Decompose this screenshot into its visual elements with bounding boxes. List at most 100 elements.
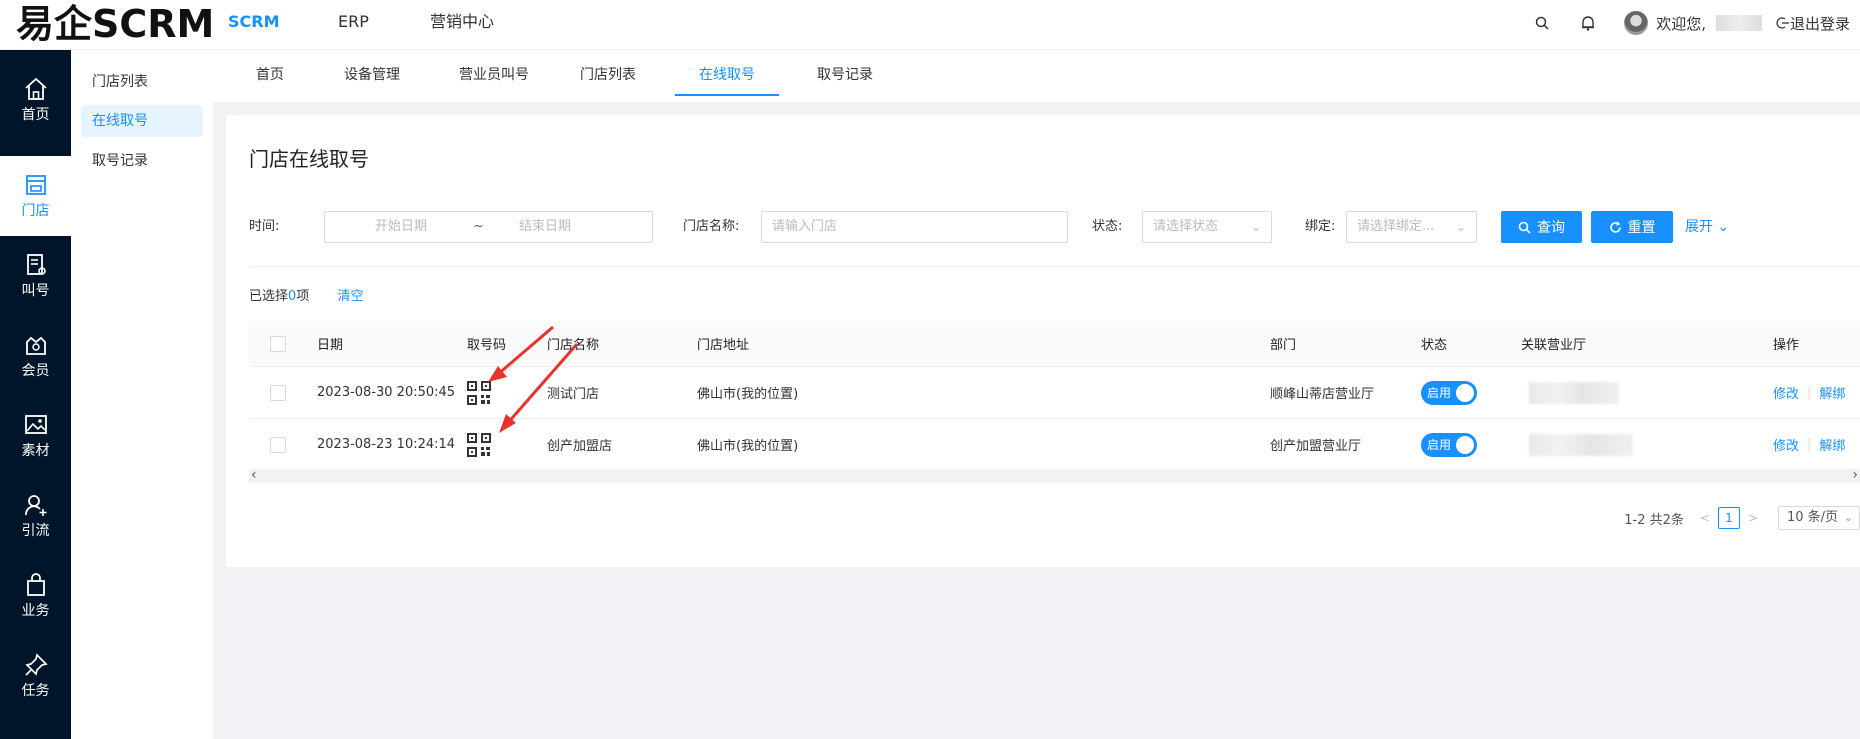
next-page-icon[interactable]: > [1748,511,1758,525]
user-add-icon [24,495,46,516]
qr-code-icon[interactable] [467,367,491,418]
row-checkbox[interactable] [270,436,286,453]
content-card: 门店在线取号 时间: 开始日期 ~ 结束日期 门店名称: 请输入门店 状态: 请… [226,115,1860,567]
chevron-down-icon: ⌄ [1717,219,1730,235]
page-tabs: 首页 设备管理 营业员叫号 门店列表 在线取号 取号记录 [213,50,1860,102]
tab-queue-records[interactable]: 取号记录 [810,50,880,96]
tab-online-queue[interactable]: 在线取号 [675,50,779,96]
image-icon [24,415,47,434]
column-header-date[interactable]: 日期 [317,321,343,366]
search-button[interactable]: 查询 [1501,211,1582,243]
row-date: 2023-08-30 20:50:45 [317,385,456,400]
qr-code-icon[interactable] [467,419,491,470]
bind-label: 绑定: [1305,219,1336,234]
row-store-name: 测试门店 [547,387,600,402]
call-number-icon [26,254,46,275]
top-nav: SCRM ERP 营销中心 [228,0,494,50]
submenu-item-store-list[interactable]: 门店列表 [81,66,203,98]
rail-item-task[interactable]: 任务 [0,636,71,716]
unbind-link[interactable]: 解绑 [1819,383,1845,402]
rail-item-business[interactable]: 业务 [0,556,71,636]
range-separator: ~ [473,219,484,234]
store-name-input[interactable]: 请输入门店 [761,211,1068,243]
status-toggle[interactable]: 启用 [1421,380,1477,405]
rail-item-member[interactable]: 会员 [0,316,71,396]
end-date-input[interactable]: 结束日期 [519,212,571,242]
chevron-down-icon: ⌄ [1250,220,1261,234]
scroll-left-icon[interactable]: ‹ [251,467,257,483]
status-select[interactable]: 请选择状态 ⌄ [1142,211,1272,243]
home-icon [24,77,47,100]
page-title: 门店在线取号 [249,147,369,171]
reset-button[interactable]: 重置 [1591,211,1673,243]
rail-item-material[interactable]: 素材 [0,396,71,476]
avatar[interactable] [1624,11,1649,35]
row-store-address: 佛山市(我的位置) [697,439,799,454]
app-logo[interactable]: 易企SCRM [16,2,214,46]
logout-button[interactable]: 退出登录 [1776,13,1850,34]
row-department: 顺峰山蒂店营业厅 [1270,387,1375,402]
table-row: 2023-08-30 20:50:45 测试门店 佛山市(我的位置) 顺峰山蒂店… [249,367,1860,419]
row-date: 2023-08-23 10:24:14 [317,437,456,452]
chevron-down-icon: ⌄ [1455,220,1466,234]
select-all-checkbox[interactable] [270,335,286,352]
tab-home[interactable]: 首页 [245,50,295,96]
logout-label: 退出登录 [1789,14,1850,33]
rail-item-call[interactable]: 叫号 [0,236,71,316]
top-nav-marketing[interactable]: 营销中心 [430,0,494,50]
tab-clerk-call[interactable]: 营业员叫号 [449,50,539,96]
date-range-picker[interactable]: 开始日期 ~ 结束日期 [324,211,653,243]
search-icon[interactable] [1532,13,1552,33]
submenu-item-queue-records[interactable]: 取号记录 [81,145,203,177]
linked-hall-redacted [1529,433,1633,456]
row-checkbox[interactable] [270,384,286,401]
left-rail: 首页 门店 叫号 会员 素材 引流 业务 任务 [0,50,71,739]
chevron-down-icon: ⌄ [1843,511,1853,524]
edit-link[interactable]: 修改 [1773,435,1799,454]
member-icon [25,336,46,355]
rail-item-store[interactable]: 门店 [0,156,71,236]
clear-selection-link[interactable]: 清空 [337,289,363,304]
bell-icon[interactable] [1578,13,1598,33]
expand-toggle[interactable]: 展开 ⌄ [1685,211,1729,243]
start-date-input[interactable]: 开始日期 [375,212,427,242]
tab-device-management[interactable]: 设备管理 [337,50,407,96]
rail-item-home[interactable]: 首页 [0,60,71,140]
user-name-redacted [1715,15,1762,31]
scroll-right-icon[interactable]: › [1852,467,1858,483]
status-label: 状态: [1092,219,1123,234]
selection-info: 已选择0项 清空 [249,289,364,304]
status-toggle[interactable]: 启用 [1421,432,1477,457]
time-label: 时间: [249,219,280,234]
top-bar: 易企SCRM SCRM ERP 营销中心 欢迎您, 退出登录 [0,0,1860,50]
column-header-store-name: 门店名称 [547,338,600,353]
rail-item-traffic[interactable]: 引流 [0,476,71,556]
submenu-item-online-queue[interactable]: 在线取号 [81,105,203,137]
column-header-department: 部门 [1270,338,1297,353]
welcome-text: 欢迎您, [1656,14,1706,33]
table-header: 日期 取号码 门店名称 门店地址 部门 状态 关联营业厅 操作 [249,321,1860,367]
horizontal-scrollbar[interactable]: ‹ › [249,467,1860,483]
bind-select[interactable]: 请选择绑定... ⌄ [1346,211,1477,243]
column-header-queue-code: 取号码 [467,338,507,353]
row-store-name: 创产加盟店 [547,439,613,454]
page-number[interactable]: 1 [1717,507,1740,529]
column-header-store-address: 门店地址 [697,338,750,353]
pin-icon [24,653,48,676]
top-nav-erp[interactable]: ERP [338,0,430,50]
bag-icon [26,573,45,596]
column-header-linked-hall: 关联营业厅 [1521,338,1587,353]
prev-page-icon[interactable]: < [1700,511,1710,525]
table-row: 2023-08-23 10:24:14 创产加盟店 佛山市(我的位置) 创产加盟… [249,419,1860,471]
unbind-link[interactable]: 解绑 [1819,435,1845,454]
page-size-select[interactable]: 10 条/页 ⌄ [1778,506,1860,530]
edit-link[interactable]: 修改 [1773,383,1799,402]
tab-store-list[interactable]: 门店列表 [573,50,643,96]
top-nav-scrm[interactable]: SCRM [228,0,338,50]
linked-hall-redacted [1529,381,1619,404]
logout-icon [1776,17,1789,29]
sub-menu: 门店列表 在线取号 取号记录 [71,50,213,739]
pagination: 1-2 共2条 < 1 > 10 条/页 ⌄ [1624,505,1860,531]
search-icon [1518,221,1531,234]
pagination-summary: 1-2 共2条 [1624,512,1684,528]
